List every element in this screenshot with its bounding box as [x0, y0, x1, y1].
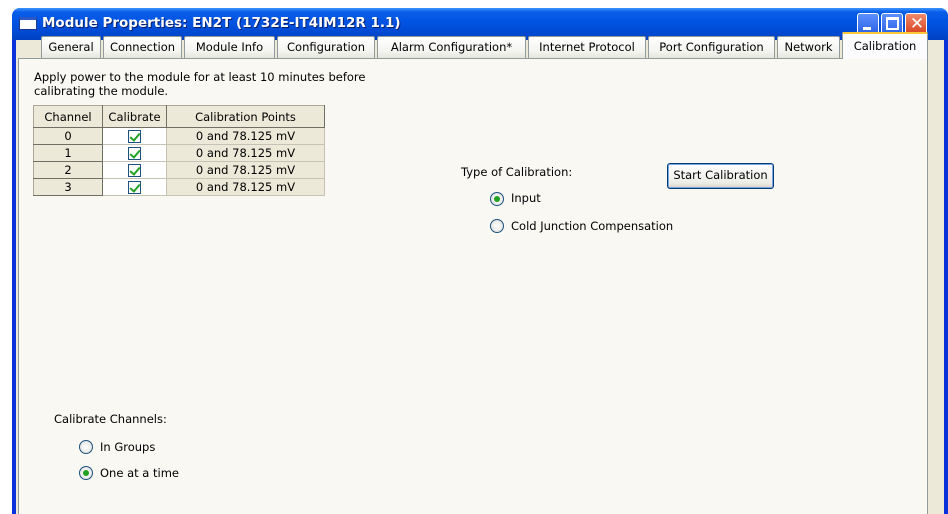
tab-port-configuration[interactable]: Port Configuration — [648, 36, 775, 58]
table-row: 3 0 and 78.125 mV — [33, 178, 325, 196]
column-header-calibration-points[interactable]: Calibration Points — [166, 105, 325, 128]
cold-junction-compensation-radio[interactable] — [490, 219, 504, 233]
calibrate-checkbox[interactable] — [128, 164, 141, 177]
calibrate-cell — [102, 127, 167, 145]
minimize-icon — [863, 27, 871, 30]
tab-network[interactable]: Network — [777, 36, 840, 58]
power-notice-line2: calibrating the module. — [34, 84, 169, 98]
calibration-points-cell: 0 and 78.125 mV — [166, 127, 325, 145]
tab-calibration[interactable]: Calibration — [842, 32, 928, 59]
channel-cell: 1 — [33, 144, 103, 162]
tab-connection[interactable]: Connection — [103, 36, 182, 58]
window-title: Module Properties: EN2T (1732E-IT4IM12R … — [42, 15, 401, 31]
tab-internet-protocol[interactable]: Internet Protocol — [528, 36, 646, 58]
table-row: 1 0 and 78.125 mV — [33, 144, 325, 162]
calibrate-checkbox[interactable] — [128, 130, 141, 143]
tab-alarm-configuration[interactable]: Alarm Configuration* — [377, 36, 526, 58]
calibrate-checkbox[interactable] — [128, 147, 141, 160]
window-icon — [19, 17, 37, 30]
input-radio[interactable] — [490, 192, 504, 206]
in-groups-label[interactable]: In Groups — [100, 440, 155, 454]
calibrate-checkbox[interactable] — [128, 181, 141, 194]
maximize-icon — [886, 17, 899, 30]
calibration-points-cell: 0 and 78.125 mV — [166, 161, 325, 179]
calibration-points-cell: 0 and 78.125 mV — [166, 178, 325, 196]
one-at-a-time-radio[interactable] — [79, 466, 93, 480]
channel-cell: 3 — [33, 178, 103, 196]
calibrate-cell — [102, 144, 167, 162]
close-icon: ✕ — [909, 14, 925, 34]
channel-cell: 2 — [33, 161, 103, 179]
calibration-table: Channel Calibrate Calibration Points 0 0… — [33, 105, 325, 196]
calibration-type-label: Type of Calibration: — [461, 165, 573, 179]
calibration-points-cell: 0 and 78.125 mV — [166, 144, 325, 162]
cold-junction-compensation-label[interactable]: Cold Junction Compensation — [511, 219, 673, 233]
table-row: 0 0 and 78.125 mV — [33, 127, 325, 145]
calibrate-cell — [102, 178, 167, 196]
tab-configuration[interactable]: Configuration — [277, 36, 375, 58]
column-header-channel[interactable]: Channel — [33, 105, 103, 128]
column-header-calibrate[interactable]: Calibrate — [102, 105, 167, 128]
start-calibration-button[interactable]: Start Calibration — [667, 163, 774, 189]
calibrate-cell — [102, 161, 167, 179]
table-header-row: Channel Calibrate Calibration Points — [33, 105, 325, 128]
channel-cell: 0 — [33, 127, 103, 145]
tab-general[interactable]: General — [41, 36, 101, 58]
power-notice-line1: Apply power to the module for at least 1… — [34, 70, 366, 84]
in-groups-radio[interactable] — [79, 440, 93, 454]
table-row: 2 0 and 78.125 mV — [33, 161, 325, 179]
tab-module-info[interactable]: Module Info — [184, 36, 275, 58]
one-at-a-time-label[interactable]: One at a time — [100, 466, 179, 480]
calibrate-channels-label: Calibrate Channels: — [54, 412, 167, 426]
input-radio-label[interactable]: Input — [511, 191, 541, 205]
